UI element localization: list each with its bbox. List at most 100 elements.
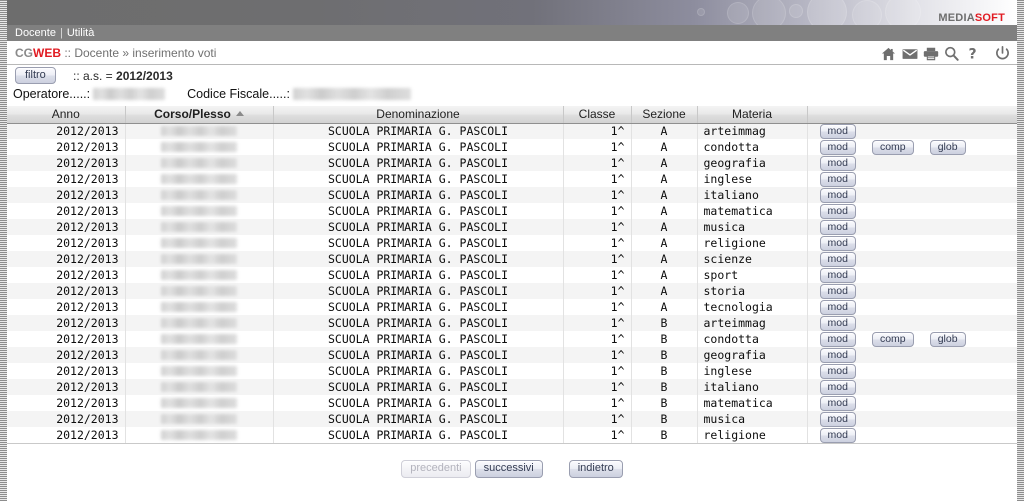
table-row[interactable]: 2012/2013 SCUOLA PRIMARIA G. PASCOLI 1^ Bre… xyxy=(7,427,1017,443)
cell-anno: 2012/2013 xyxy=(7,379,126,395)
table-row[interactable]: 2012/2013 SCUOLA PRIMARIA G. PASCOLI 1^ Age… xyxy=(7,155,1017,171)
corso-plesso-value-redacted xyxy=(161,237,237,248)
table-row[interactable]: 2012/2013 SCUOLA PRIMARIA G. PASCOLI 1^ Bma… xyxy=(7,395,1017,411)
table-row[interactable]: 2012/2013 SCUOLA PRIMARIA G. PASCOLI 1^ Ain… xyxy=(7,171,1017,187)
cell-corso-plesso xyxy=(125,187,274,203)
menu-item-utilita[interactable]: Utilità xyxy=(67,27,95,39)
mod-button[interactable]: mod xyxy=(819,219,856,235)
mail-icon[interactable] xyxy=(901,45,918,62)
cell-azioni: mod comp glob xyxy=(807,331,1017,347)
table-row[interactable]: 2012/2013 SCUOLA PRIMARIA G. PASCOLI 1^ Ate… xyxy=(7,299,1017,315)
table-row[interactable]: 2012/2013 SCUOLA PRIMARIA G. PASCOLI 1^ Ast… xyxy=(7,283,1017,299)
cell-sezione: A xyxy=(631,155,698,171)
row-action-buttons: mod xyxy=(814,267,1012,283)
menu-item-docente[interactable]: Docente xyxy=(15,27,56,39)
column-header-sezione[interactable]: Sezione xyxy=(631,106,698,124)
table-row[interactable]: 2012/2013 SCUOLA PRIMARIA G. PASCOLI 1^ Bar… xyxy=(7,315,1017,331)
table-row[interactable]: 2012/2013 SCUOLA PRIMARIA G. PASCOLI 1^ Bco… xyxy=(7,331,1017,347)
comp-button[interactable]: comp xyxy=(871,331,914,347)
table-row[interactable]: 2012/2013 SCUOLA PRIMARIA G. PASCOLI 1^ Asc… xyxy=(7,251,1017,267)
table-row[interactable]: 2012/2013 SCUOLA PRIMARIA G. PASCOLI 1^ Are… xyxy=(7,235,1017,251)
comp-button[interactable]: comp xyxy=(871,139,914,155)
cell-corso-plesso xyxy=(125,123,274,139)
mod-button[interactable]: mod xyxy=(819,427,856,443)
mod-button[interactable]: mod xyxy=(819,171,856,187)
cell-anno: 2012/2013 xyxy=(7,315,126,331)
column-header-classe[interactable]: Classe xyxy=(563,106,632,124)
mod-button[interactable]: mod xyxy=(819,155,856,171)
mod-button[interactable]: mod xyxy=(819,283,856,299)
cell-corso-plesso xyxy=(125,283,274,299)
table-row[interactable]: 2012/2013 SCUOLA PRIMARIA G. PASCOLI 1^ Bge… xyxy=(7,347,1017,363)
cell-corso-plesso xyxy=(125,155,274,171)
table-row[interactable]: 2012/2013 SCUOLA PRIMARIA G. PASCOLI 1^ Asp… xyxy=(7,267,1017,283)
cell-denominazione: SCUOLA PRIMARIA G. PASCOLI xyxy=(273,267,564,283)
glob-button[interactable]: glob xyxy=(929,331,966,347)
mod-button[interactable]: mod xyxy=(819,139,856,155)
table-row[interactable]: 2012/2013 SCUOLA PRIMARIA G. PASCOLI 1^ Aar… xyxy=(7,123,1017,139)
column-header-anno[interactable]: Anno xyxy=(7,106,126,124)
cell-anno: 2012/2013 xyxy=(7,155,126,171)
row-action-buttons: mod xyxy=(814,427,1012,443)
column-header-label: Sezione xyxy=(642,107,686,122)
filtro-button[interactable]: filtro xyxy=(15,67,56,84)
cell-materia: tecnologia xyxy=(697,299,808,315)
corso-plesso-value-redacted xyxy=(161,221,237,232)
column-header-materia[interactable]: Materia xyxy=(697,106,808,124)
menu-separator: | xyxy=(59,27,63,39)
table-row[interactable]: 2012/2013 SCUOLA PRIMARIA G. PASCOLI 1^ Amu… xyxy=(7,219,1017,235)
table-row[interactable]: 2012/2013 SCUOLA PRIMARIA G. PASCOLI 1^ Ait… xyxy=(7,187,1017,203)
column-header-corso[interactable]: Corso/Plesso xyxy=(125,106,274,124)
cell-anno: 2012/2013 xyxy=(7,203,126,219)
column-header-azioni[interactable] xyxy=(807,106,1017,124)
power-icon[interactable] xyxy=(994,45,1011,62)
column-header-label: Classe xyxy=(578,107,616,122)
home-icon[interactable] xyxy=(880,45,897,62)
mod-button[interactable]: mod xyxy=(819,123,856,139)
cell-denominazione: SCUOLA PRIMARIA G. PASCOLI xyxy=(273,363,564,379)
mod-button[interactable]: mod xyxy=(819,267,856,283)
cell-corso-plesso xyxy=(125,347,274,363)
cell-denominazione: SCUOLA PRIMARIA G. PASCOLI xyxy=(273,187,564,203)
cell-sezione: B xyxy=(631,347,698,363)
indietro-button[interactable]: indietro xyxy=(568,460,623,478)
mod-button[interactable]: mod xyxy=(819,363,856,379)
column-header-label: Denominazione xyxy=(376,107,460,122)
cell-azioni: mod xyxy=(807,155,1017,171)
column-header-label: Corso/Plesso xyxy=(154,107,231,122)
cell-anno: 2012/2013 xyxy=(7,251,126,267)
cell-corso-plesso xyxy=(125,427,274,443)
cell-classe: 1^ xyxy=(563,187,632,203)
operatore-label: Operatore.....: xyxy=(13,87,91,101)
glob-button[interactable]: glob xyxy=(929,139,966,155)
print-icon[interactable] xyxy=(922,45,939,62)
table-row[interactable]: 2012/2013 SCUOLA PRIMARIA G. PASCOLI 1^ Bin… xyxy=(7,363,1017,379)
mod-button[interactable]: mod xyxy=(819,315,856,331)
help-icon[interactable]: ? xyxy=(964,45,981,62)
table-row[interactable]: 2012/2013 SCUOLA PRIMARIA G. PASCOLI 1^ Ama… xyxy=(7,203,1017,219)
successivi-button[interactable]: successivi xyxy=(474,460,543,478)
table-row[interactable]: 2012/2013 SCUOLA PRIMARIA G. PASCOLI 1^ Bit… xyxy=(7,379,1017,395)
mod-button[interactable]: mod xyxy=(819,411,856,427)
table-row[interactable]: 2012/2013 SCUOLA PRIMARIA G. PASCOLI 1^ Aco… xyxy=(7,139,1017,155)
mod-button[interactable]: mod xyxy=(819,203,856,219)
banner-bubble-decoration xyxy=(752,0,786,25)
mod-button[interactable]: mod xyxy=(819,395,856,411)
search-icon[interactable] xyxy=(943,45,960,62)
column-header-denom[interactable]: Denominazione xyxy=(273,106,564,124)
cell-classe: 1^ xyxy=(563,283,632,299)
mod-button[interactable]: mod xyxy=(819,187,856,203)
breadcrumb: CGWEB :: Docente » inserimento voti xyxy=(15,46,216,60)
precedenti-button[interactable]: precedenti xyxy=(401,460,471,478)
mod-button[interactable]: mod xyxy=(819,379,856,395)
mod-button[interactable]: mod xyxy=(819,299,856,315)
row-action-buttons: mod xyxy=(814,347,1012,363)
mod-button[interactable]: mod xyxy=(819,331,856,347)
banner-bubble-decoration xyxy=(727,2,749,24)
cell-anno: 2012/2013 xyxy=(7,347,126,363)
cell-materia: condotta xyxy=(697,139,808,155)
mod-button[interactable]: mod xyxy=(819,251,856,267)
mod-button[interactable]: mod xyxy=(819,235,856,251)
mod-button[interactable]: mod xyxy=(819,347,856,363)
table-row[interactable]: 2012/2013 SCUOLA PRIMARIA G. PASCOLI 1^ Bmu… xyxy=(7,411,1017,427)
